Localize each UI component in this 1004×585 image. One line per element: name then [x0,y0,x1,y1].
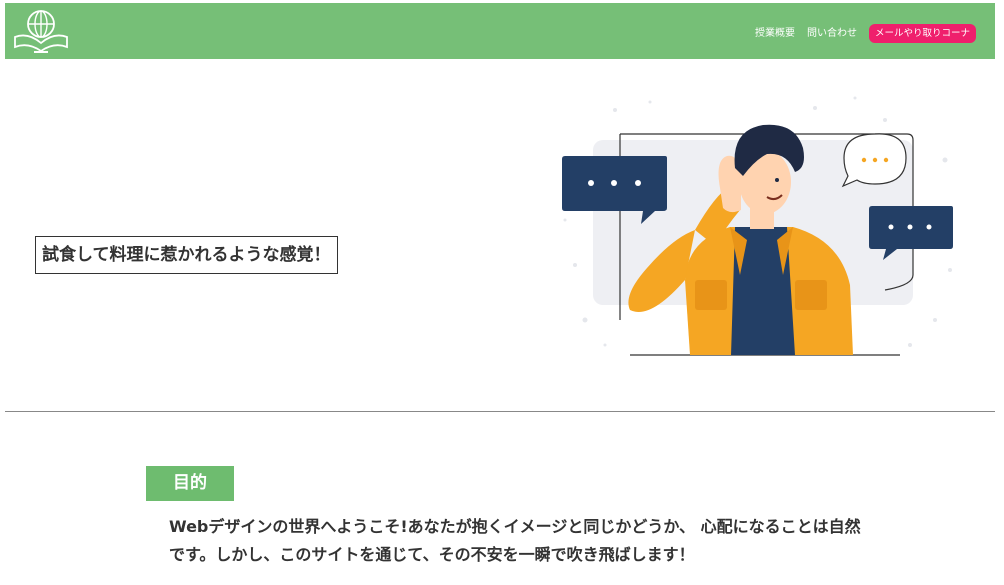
globe-book-logo-icon[interactable] [12,7,70,55]
site-header: 授業概要 問い合わせ メールやり取りコーナ [5,3,995,59]
hero-caption: 試食して料理に惹かれるような感覚！ [35,236,338,274]
main-nav: 授業概要 問い合わせ メールやり取りコーナ [755,24,976,43]
section-body-text: Webデザインの世界へようこそ!あなたが抱くイメージと同じかどうか、 心配になる… [169,517,861,564]
section-divider [5,411,995,412]
section-title: 目的 [146,466,234,501]
mail-exchange-button[interactable]: メールやり取りコーナ [868,24,976,43]
nav-link-contact[interactable]: 問い合わせ [807,27,857,41]
nav-link-course-overview[interactable]: 授業概要 [755,27,795,41]
man-listening-speech-bubbles-illustration [562,96,953,356]
